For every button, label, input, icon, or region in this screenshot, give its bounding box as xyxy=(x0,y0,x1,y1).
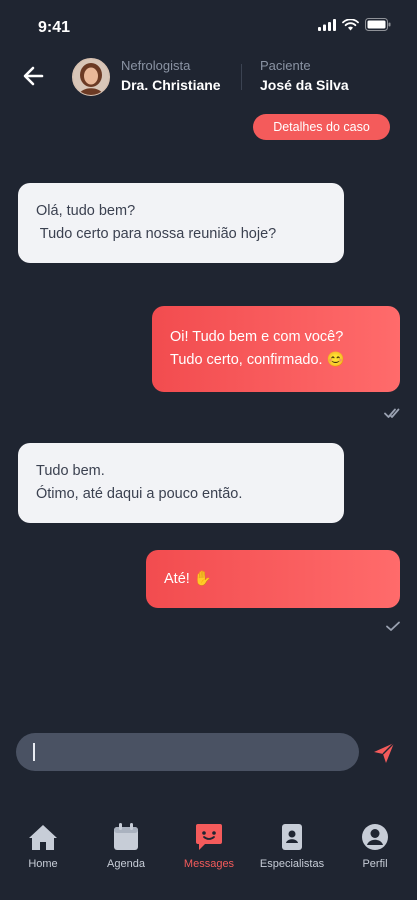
send-icon xyxy=(374,742,395,763)
message-text: Até! ✋ xyxy=(164,570,212,587)
doctor-avatar[interactable] xyxy=(72,58,110,96)
message-composer xyxy=(16,733,359,773)
send-button[interactable] xyxy=(372,741,396,765)
status-bar: 9:41 xyxy=(0,0,417,52)
id-card-icon xyxy=(277,822,307,852)
nav-item-agenda[interactable]: Agenda xyxy=(86,822,166,870)
doctor-role: Nefrologista xyxy=(121,58,191,73)
chat-icon xyxy=(194,822,224,852)
nav-item-especialistas[interactable]: Especialistas xyxy=(252,822,332,870)
user-icon xyxy=(360,822,390,852)
message-input[interactable] xyxy=(40,733,354,773)
message-bubble-incoming: Olá, tudo bem? Tudo certo para nossa reu… xyxy=(18,183,344,263)
message-bubble-outgoing: Oi! Tudo bem e com você? Tudo certo, con… xyxy=(152,306,400,392)
nav-label: Messages xyxy=(183,858,235,870)
person-photo-icon xyxy=(73,59,109,95)
patient-role: Paciente xyxy=(260,58,311,73)
nav-label: Home xyxy=(28,858,58,870)
nav-label: Especialistas xyxy=(259,858,325,870)
signal-icon xyxy=(318,18,336,31)
case-details-button[interactable]: Detalhes do caso xyxy=(253,114,390,140)
bottom-nav: Home Agenda Messages Especialistas Perfi… xyxy=(0,800,417,900)
check-icon xyxy=(386,621,400,631)
battery-icon xyxy=(365,18,391,31)
message-text: Tudo bem. xyxy=(36,463,105,479)
message-bubble-outgoing: Até! ✋ xyxy=(146,550,400,608)
nav-item-messages[interactable]: Messages xyxy=(169,822,249,870)
message-bubble-incoming: Tudo bem. Ótimo, até daqui a pouco então… xyxy=(18,443,344,523)
home-icon xyxy=(28,822,58,852)
status-time: 9:41 xyxy=(38,19,71,36)
nav-item-perfil[interactable]: Perfil xyxy=(335,822,415,870)
double-check-icon xyxy=(384,408,400,418)
chat-header: Nefrologista Dra. Christiane Paciente Jo… xyxy=(0,52,417,102)
message-text: Tudo certo para nossa reunião hoje? xyxy=(36,226,277,242)
text-cursor xyxy=(33,743,35,761)
header-divider xyxy=(241,64,242,90)
back-button[interactable] xyxy=(20,62,48,90)
message-text: Olá, tudo bem? xyxy=(36,203,136,219)
message-text: Oi! Tudo bem e com você? xyxy=(170,329,344,345)
arrow-left-icon xyxy=(23,66,44,86)
nav-label: Agenda xyxy=(107,858,145,870)
patient-name: José da Silva xyxy=(260,77,349,93)
nav-label: Perfil xyxy=(362,858,388,870)
calendar-icon xyxy=(111,822,141,852)
status-icons xyxy=(318,18,391,31)
message-text: Ótimo, até daqui a pouco então. xyxy=(36,486,243,502)
wifi-icon xyxy=(342,18,359,30)
doctor-name: Dra. Christiane xyxy=(121,77,221,93)
message-text: Tudo certo, confirmado. 😊 xyxy=(170,352,345,368)
nav-item-home[interactable]: Home xyxy=(3,822,83,870)
